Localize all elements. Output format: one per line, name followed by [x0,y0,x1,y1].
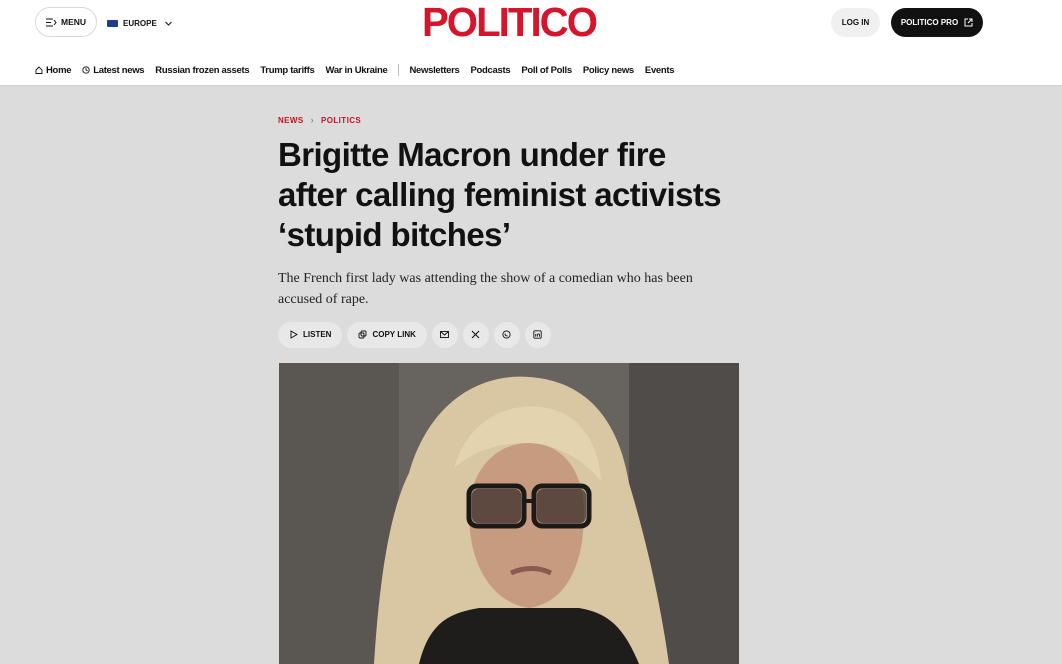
share-email-button[interactable] [431,321,458,348]
login-button[interactable]: LOG IN [831,8,880,37]
politico-logo[interactable]: POLITICO [419,1,599,43]
listen-button[interactable]: LISTEN [278,321,343,348]
listen-label: LISTEN [303,330,332,339]
breadcrumb-politics[interactable]: POLITICS [321,116,361,125]
site-header: MENU EUROPE POLITICO LOG IN POLITICO PRO… [0,0,1062,86]
nav-item-latest-news[interactable]: Latest news [82,64,145,76]
copy-link-button[interactable]: COPY LINK [347,321,427,348]
menu-button[interactable]: MENU [35,7,97,37]
politico-pro-button[interactable]: POLITICO PRO [891,8,983,37]
nav-divider [398,64,400,76]
nav-item-label: Home [46,64,72,76]
eu-flag-icon [107,19,118,27]
article-lead-photo [279,363,739,664]
nav-item-podcasts[interactable]: Podcasts [471,65,511,76]
share-x-button[interactable] [462,321,489,348]
share-whatsapp-button[interactable] [493,321,520,348]
nav-item-events[interactable]: Events [644,64,675,76]
nav-item-label: Events [644,64,675,76]
clock-icon [82,66,90,74]
nav-item-trump-tariffs[interactable]: Trump tariffs [260,65,314,76]
nav-item-label: Trump tariffs [260,64,315,76]
nav-item-war-in-ukraine[interactable]: War in Ukraine [326,65,388,76]
external-link-icon [964,18,973,27]
main-nav: Home Latest news Russian frozen assets T… [35,62,685,78]
nav-item-label: Podcasts [470,64,511,76]
email-icon [440,331,450,338]
breadcrumb-news[interactable]: NEWS [278,116,304,125]
politico-pro-label: POLITICO PRO [900,18,959,27]
menu-icon [45,18,57,26]
nav-item-label: Policy news [582,64,634,76]
nav-item-label: Latest news [93,64,145,76]
breadcrumb: NEWS › POLITICS [278,112,748,128]
linkedin-icon [533,330,543,339]
play-icon [290,330,298,339]
edition-label: EUROPE [123,18,157,28]
article-headline: Brigitte Macron under fire after calling… [278,136,722,253]
nav-item-label: Newsletters [409,64,460,76]
nav-item-russian-frozen-assets[interactable]: Russian frozen assets [155,65,249,76]
nav-item-label: Poll of Polls [521,64,572,76]
edition-selector[interactable]: EUROPE [107,16,172,30]
share-linkedin-button[interactable] [524,321,551,348]
article-actions: LISTEN COPY LINK [278,321,551,348]
chevron-right-icon: › [310,115,315,125]
whatsapp-icon [502,330,511,339]
article-dek: The French first lady was attending the … [278,271,693,307]
chevron-down-icon [164,21,172,26]
nav-item-poll-of-polls[interactable]: Poll of Polls [521,64,572,76]
nav-item-label: Russian frozen assets [155,64,250,76]
copy-icon [359,330,367,339]
copy-link-label: COPY LINK [372,330,416,339]
menu-label: MENU [60,17,87,27]
nav-item-home[interactable]: Home [35,64,72,76]
nav-item-policy-news[interactable]: Policy news [583,65,634,76]
portrait-illustration [279,363,739,664]
x-icon [471,330,480,339]
nav-item-label: War in Ukraine [325,64,388,76]
home-icon [35,66,43,74]
article: NEWS › POLITICS Brigitte Macron under fi… [278,112,748,310]
nav-item-newsletters[interactable]: Newsletters [409,65,459,76]
